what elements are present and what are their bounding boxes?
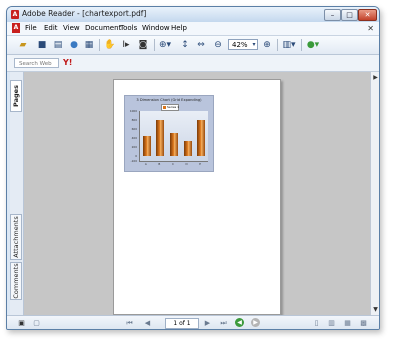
select-text-icon[interactable]: I▸ bbox=[120, 39, 132, 51]
scroll-right-arrow-icon[interactable]: ▶ bbox=[372, 74, 379, 81]
next-page-icon[interactable]: ▶ bbox=[203, 318, 212, 328]
chart-title: 3 Dimension Chart (Grid Expanding) bbox=[136, 98, 202, 102]
first-page-icon[interactable]: ⏮ bbox=[125, 318, 134, 328]
main-toolbar: ▰ ■ ▤ ● ▦ ✋ I▸ ◙ ⊕▾ ↕ ⇔ ⊖ 42% ▾ ⊕ ▥▾ ●▾ bbox=[7, 36, 379, 55]
document-workspace[interactable]: 3 Dimension Chart (Grid Expanding) Serie… bbox=[24, 72, 370, 315]
single-page-view-icon[interactable]: ▯ bbox=[312, 318, 321, 328]
minimize-button[interactable]: – bbox=[324, 9, 341, 21]
toolbar-separator bbox=[277, 39, 278, 51]
title-bar[interactable]: A Adobe Reader - [chartexport.pdf] – □ ✕ bbox=[7, 7, 379, 22]
menu-file[interactable]: File bbox=[25, 23, 37, 34]
dock-icon[interactable]: ▣ bbox=[17, 318, 26, 328]
legend-label: Series 1 bbox=[167, 105, 180, 109]
tab-comments[interactable]: Comments bbox=[10, 262, 22, 300]
zoom-out-icon[interactable]: ⊖ bbox=[213, 39, 223, 51]
page-size-icon[interactable]: ▢ bbox=[32, 318, 41, 328]
y-tick-label: 600 bbox=[131, 127, 137, 131]
scroll-down-arrow-icon[interactable]: ▼ bbox=[372, 306, 379, 313]
menu-window[interactable]: Window bbox=[142, 23, 170, 34]
y-tick-label: 200 bbox=[131, 145, 137, 149]
maximize-button[interactable]: □ bbox=[341, 9, 358, 21]
continuous-facing-view-icon[interactable]: ▩ bbox=[359, 318, 368, 328]
page-display-icon[interactable]: ▥▾ bbox=[281, 39, 297, 51]
adobe-reader-app-icon: A bbox=[11, 10, 19, 19]
print-icon[interactable]: ▤ bbox=[52, 39, 64, 51]
email-icon[interactable]: ● bbox=[68, 39, 80, 51]
x-tick-label: C bbox=[172, 162, 174, 166]
y-tick-label: 1000 bbox=[129, 109, 137, 113]
zoom-increase-icon[interactable]: ⊕ bbox=[262, 39, 272, 51]
search-toolbar: Search Web Y! bbox=[7, 55, 379, 72]
zoom-in-icon[interactable]: ⊕▾ bbox=[158, 39, 172, 51]
go-back-icon[interactable]: ◀ bbox=[235, 318, 244, 327]
chart-bar bbox=[142, 136, 151, 157]
chart-plot-area bbox=[139, 111, 208, 162]
navigation-pane: Pages Attachments Comments bbox=[10, 72, 24, 315]
legend-swatch bbox=[163, 106, 166, 109]
chart-bar bbox=[197, 120, 206, 157]
x-tick-label: E bbox=[199, 162, 202, 166]
toolbar-separator bbox=[154, 39, 155, 51]
continuous-view-icon[interactable]: ▥ bbox=[327, 318, 336, 328]
close-button[interactable]: ✕ bbox=[358, 9, 377, 21]
chevron-down-icon[interactable]: ▾ bbox=[250, 39, 258, 51]
chart-image: 3 Dimension Chart (Grid Expanding) Serie… bbox=[124, 95, 214, 172]
vertical-scrollbar[interactable]: ▶ ▼ bbox=[370, 72, 379, 315]
chart-bar bbox=[156, 120, 165, 157]
snapshot-icon[interactable]: ◙ bbox=[137, 39, 149, 51]
yahoo-logo-icon[interactable]: Y! bbox=[63, 58, 72, 68]
status-bar: ▣ ▢ ⏮ ◀ 1 of 1 ▶ ⏭ ◀ ▶ ▯ ▥ ▦ ▩ bbox=[7, 315, 379, 329]
search-web-input[interactable]: Search Web bbox=[14, 58, 59, 68]
toolbar-separator bbox=[301, 39, 302, 51]
tab-comments-label: Comments bbox=[12, 263, 20, 299]
y-tick-label: -100 bbox=[130, 159, 137, 163]
y-tick-label: 400 bbox=[131, 136, 137, 140]
tab-attachments-label: Attachments bbox=[12, 216, 20, 258]
pdf-page[interactable]: 3 Dimension Chart (Grid Expanding) Serie… bbox=[113, 79, 281, 315]
open-folder-icon[interactable]: ▰ bbox=[17, 39, 29, 51]
menu-view[interactable]: View bbox=[63, 23, 80, 34]
document-close-icon[interactable]: ✕ bbox=[367, 23, 374, 34]
x-tick-label: B bbox=[158, 162, 161, 166]
fit-width-icon[interactable]: ↕ bbox=[180, 39, 190, 51]
menu-document[interactable]: Document bbox=[85, 23, 121, 34]
chart-legend: Series 1 bbox=[161, 104, 179, 111]
hand-tool-icon[interactable]: ✋ bbox=[104, 39, 116, 51]
fit-page-icon[interactable]: ⇔ bbox=[196, 39, 206, 51]
tab-attachments[interactable]: Attachments bbox=[10, 214, 22, 260]
tab-pages[interactable]: Pages bbox=[10, 80, 22, 112]
window-title: Adobe Reader - [chartexport.pdf] bbox=[22, 9, 147, 18]
tab-pages-label: Pages bbox=[12, 85, 20, 107]
export-icon[interactable]: ▦ bbox=[83, 39, 95, 51]
menu-help[interactable]: Help bbox=[171, 23, 187, 34]
menu-edit[interactable]: Edit bbox=[44, 23, 58, 34]
y-tick-label: 800 bbox=[131, 118, 137, 122]
facing-view-icon[interactable]: ▦ bbox=[343, 318, 352, 328]
x-tick-label: A bbox=[144, 162, 147, 166]
help-icon[interactable]: ●▾ bbox=[305, 39, 321, 51]
x-tick-label: D bbox=[185, 162, 188, 166]
last-page-icon[interactable]: ⏭ bbox=[219, 318, 228, 328]
go-forward-icon[interactable]: ▶ bbox=[251, 318, 260, 327]
menu-bar: A File Edit View Document Tools Window H… bbox=[7, 22, 379, 36]
page-number-field[interactable]: 1 of 1 bbox=[165, 318, 199, 329]
chart-bar bbox=[183, 140, 192, 157]
chart-bar bbox=[170, 132, 178, 157]
menu-tools[interactable]: Tools bbox=[120, 23, 137, 34]
toolbar-separator bbox=[99, 39, 100, 51]
save-icon[interactable]: ■ bbox=[36, 39, 48, 51]
y-tick-label: 0 bbox=[135, 154, 137, 158]
adobe-reader-window: A Adobe Reader - [chartexport.pdf] – □ ✕… bbox=[6, 6, 380, 330]
previous-page-icon[interactable]: ◀ bbox=[143, 318, 152, 328]
document-icon: A bbox=[12, 23, 20, 33]
